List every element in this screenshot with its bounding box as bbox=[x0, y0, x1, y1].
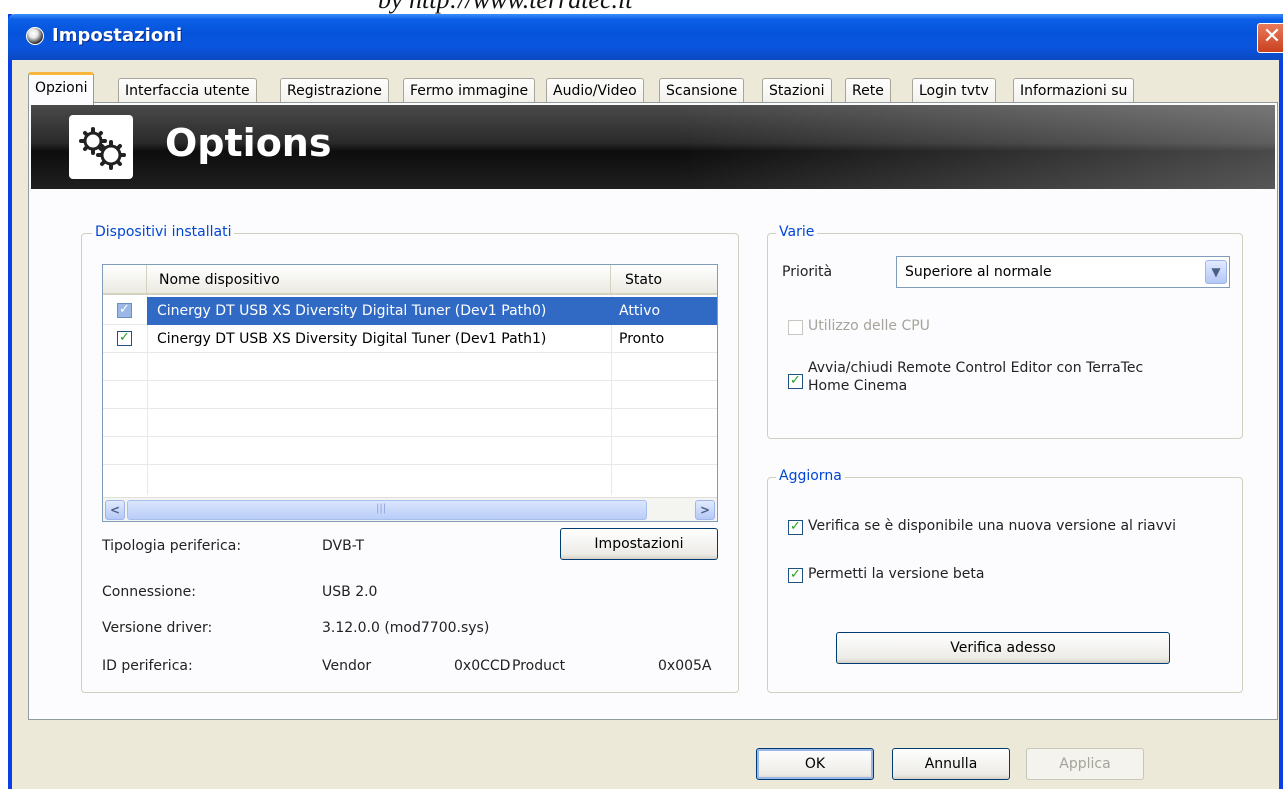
tab-opzioni[interactable]: Opzioni bbox=[28, 72, 95, 105]
driver-label: Versione driver: bbox=[102, 620, 213, 636]
aggiorna-legend: Aggiorna bbox=[776, 468, 845, 484]
device-name: Cinergy DT USB XS Diversity Digital Tune… bbox=[157, 331, 547, 347]
tab-audio-video[interactable]: Audio/Video bbox=[546, 78, 644, 105]
product-label: Product bbox=[512, 658, 566, 674]
cpu-label: Utilizzo delle CPU bbox=[808, 318, 930, 334]
settings-window: Impostazioni ✕ Opzioni Interfaccia utent… bbox=[8, 14, 1283, 789]
priority-select[interactable]: Superiore al normale ▼ bbox=[896, 256, 1230, 288]
header-name[interactable]: Nome dispositivo bbox=[147, 265, 611, 295]
id-label: ID periferica: bbox=[102, 658, 193, 674]
row-checkbox[interactable]: ✓ bbox=[117, 303, 132, 318]
ok-button[interactable]: OK bbox=[756, 748, 874, 780]
apply-button[interactable]: Applica bbox=[1026, 748, 1144, 780]
device-name: Cinergy DT USB XS Diversity Digital Tune… bbox=[147, 297, 611, 325]
tab-informazioni-su[interactable]: Informazioni su bbox=[1013, 78, 1135, 105]
remote-editor-label-line2: Home Cinema bbox=[808, 378, 908, 394]
banner-title: Options bbox=[165, 121, 332, 165]
check-new-version-checkbox[interactable]: ✓ bbox=[788, 520, 803, 535]
remote-editor-checkbox[interactable]: ✓ bbox=[788, 374, 803, 389]
remote-editor-label-line1: Avvia/chiudi Remote Control Editor con T… bbox=[808, 360, 1144, 376]
empty-row bbox=[103, 381, 717, 409]
connessione-value: USB 2.0 bbox=[322, 584, 378, 600]
close-button[interactable]: ✕ bbox=[1257, 23, 1283, 53]
empty-row bbox=[103, 409, 717, 437]
devices-list[interactable]: Nome dispositivo Stato ✓ Cinergy DT USB … bbox=[102, 264, 718, 522]
empty-row bbox=[103, 437, 717, 465]
chevron-down-icon[interactable]: ▼ bbox=[1205, 260, 1227, 284]
connessione-label: Connessione: bbox=[102, 584, 196, 600]
verify-now-button[interactable]: Verifica adesso bbox=[836, 632, 1170, 664]
varie-legend: Varie bbox=[776, 224, 818, 240]
gears-icon bbox=[69, 115, 133, 179]
scroll-thumb[interactable]: ||| bbox=[127, 500, 647, 520]
product-value: 0x005A bbox=[658, 658, 712, 674]
priority-label: Priorità bbox=[782, 264, 833, 280]
scroll-left-icon[interactable]: < bbox=[105, 500, 125, 520]
varie-group: Varie Priorità Superiore al normale ▼ Ut… bbox=[767, 224, 1243, 439]
tab-scansione[interactable]: Scansione bbox=[659, 78, 745, 105]
header-check-col bbox=[103, 265, 147, 295]
devices-legend: Dispositivi installati bbox=[92, 224, 235, 240]
empty-row bbox=[103, 353, 717, 381]
cancel-button[interactable]: Annulla bbox=[892, 748, 1010, 780]
tab-stazioni[interactable]: Stazioni bbox=[762, 78, 832, 105]
cpu-checkbox[interactable] bbox=[788, 320, 803, 335]
tab-login-tvtv[interactable]: Login tvtv bbox=[912, 78, 996, 105]
title-bar[interactable]: Impostazioni ✕ bbox=[8, 14, 1283, 60]
aggiorna-group: Aggiorna ✓ Verifica se è disponibile una… bbox=[767, 468, 1243, 693]
scroll-right-icon[interactable]: > bbox=[695, 500, 715, 520]
window-title: Impostazioni bbox=[52, 25, 183, 46]
tab-fermo-immagine[interactable]: Fermo immagine bbox=[403, 78, 536, 105]
devices-group: Dispositivi installati Nome dispositivo … bbox=[81, 224, 739, 693]
list-header: Nome dispositivo Stato bbox=[103, 265, 717, 295]
tipologia-value: DVB-T bbox=[322, 538, 365, 554]
close-icon: ✕ bbox=[1262, 24, 1282, 49]
check-new-version-label: Verifica se è disponibile una nuova vers… bbox=[808, 518, 1177, 534]
tab-rete[interactable]: Rete bbox=[845, 78, 891, 105]
vendor-value: 0x0CCD bbox=[454, 658, 511, 674]
horizontal-scrollbar[interactable]: < ||| > bbox=[103, 497, 717, 521]
device-status: Pronto bbox=[619, 331, 665, 347]
beta-checkbox[interactable]: ✓ bbox=[788, 568, 803, 583]
tab-registrazione[interactable]: Registrazione bbox=[280, 78, 389, 105]
row-checkbox[interactable]: ✓ bbox=[117, 331, 132, 346]
options-banner: Options bbox=[31, 105, 1275, 189]
app-icon bbox=[26, 27, 44, 45]
tipologia-label: Tipologia periferica: bbox=[102, 538, 242, 554]
priority-value: Superiore al normale bbox=[905, 264, 1052, 280]
table-row[interactable]: ✓ Cinergy DT USB XS Diversity Digital Tu… bbox=[103, 325, 717, 353]
device-status: Attivo bbox=[611, 297, 717, 325]
beta-label: Permetti la versione beta bbox=[808, 566, 985, 582]
header-stato[interactable]: Stato bbox=[611, 265, 717, 295]
tab-panel: Options Dispositivi installati Nome disp… bbox=[28, 102, 1278, 720]
watermark-text: by http://www.terratec.it bbox=[378, 0, 632, 13]
vendor-label: Vendor bbox=[322, 658, 372, 674]
driver-value: 3.12.0.0 (mod7700.sys) bbox=[322, 620, 490, 636]
device-settings-button[interactable]: Impostazioni bbox=[560, 528, 718, 560]
table-row[interactable]: ✓ Cinergy DT USB XS Diversity Digital Tu… bbox=[103, 297, 717, 325]
thumb-grip: ||| bbox=[376, 503, 387, 514]
tab-interfaccia-utente[interactable]: Interfaccia utente bbox=[118, 78, 257, 105]
